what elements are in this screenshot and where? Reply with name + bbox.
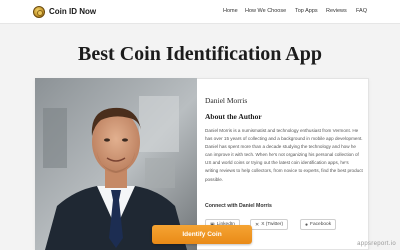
connect-heading: Connect with Daniel Morris [205,203,272,209]
nav-item-reviews[interactable]: Reviews [326,8,347,14]
nav-item-how-we-choose[interactable]: How We Choose [245,8,286,14]
about-author-heading: About the Author [205,112,262,121]
x-twitter-label: X (Twitter) [261,222,284,227]
facebook-label: Facebook [310,222,332,227]
page-title: Best Coin Identification App [78,43,322,65]
coin-logo-icon[interactable] [33,6,45,18]
nav-item-home[interactable]: Home [223,8,238,14]
facebook-button[interactable]: ● Facebook [300,219,337,230]
author-bio: Daniel Morris is a numismatist and techn… [205,128,363,182]
nav-item-faq[interactable]: FAQ [356,8,367,14]
nav-item-top-apps[interactable]: Top Apps [295,8,318,14]
facebook-icon: ● [305,221,309,228]
x-twitter-button[interactable]: ✕ X (Twitter) [250,219,289,230]
identify-coin-button[interactable]: Identify Coin [152,225,252,244]
site-watermark: appsreport.io [357,241,396,247]
brand-name[interactable]: Coin ID Now [49,7,96,16]
author-name: Daniel Morris [205,96,248,105]
top-navigation-bar: Coin ID Now Home How We Choose Top Apps … [0,0,400,24]
x-twitter-icon: ✕ [255,221,260,228]
